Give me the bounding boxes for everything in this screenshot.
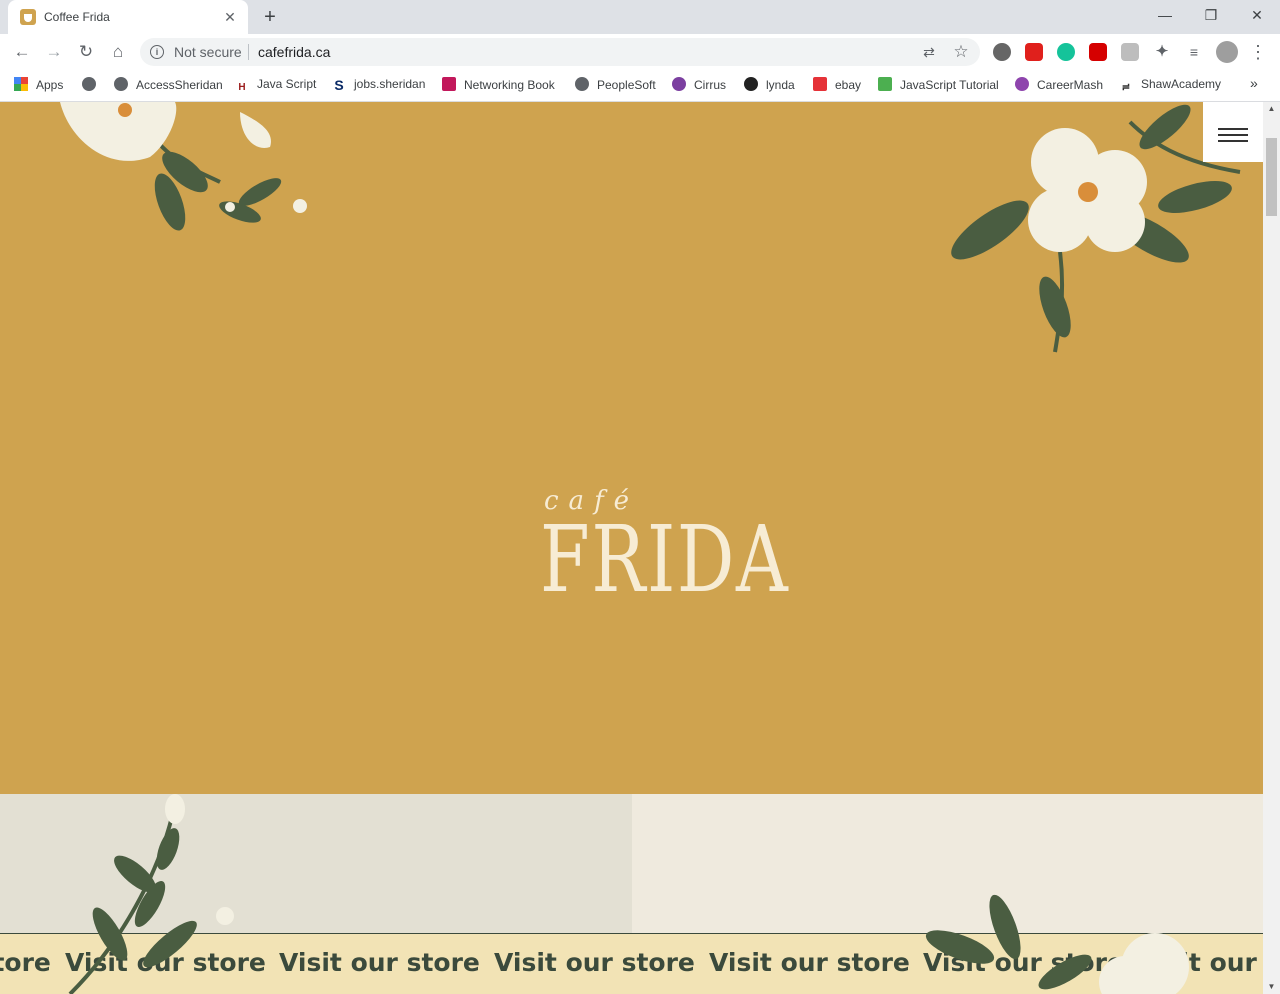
ebay-bag-icon [813,77,827,91]
menu-line [1218,128,1248,130]
bookmark-accesssheridan[interactable]: AccessSheridan [114,77,223,95]
bookmark-label: PeopleSoft [597,78,656,92]
bookmark-label: Cirrus [694,78,726,92]
tab-coffee-frida[interactable]: Coffee Frida ✕ [8,0,248,34]
lynda-icon [744,77,758,91]
hl-icon: H [238,82,246,93]
browser-toolbar: ← → ↻ ⌂ i Not secure cafefrida.ca ⇄ ☆ ✦ … [0,34,1280,70]
menu-line [1218,140,1248,142]
logo-wordmark: FRIDA [540,506,790,613]
s-icon: S [334,77,344,93]
kami-extension-icon[interactable] [1121,43,1139,61]
bookmark-label: Networking Book [464,78,555,92]
bookmark-careermash[interactable]: CareerMash [1015,77,1103,95]
bookmark-label: jobs.sheridan [354,77,426,91]
ticker-item[interactable]: Visit our store [494,948,695,977]
scroll-up-arrow-icon[interactable]: ▲ [1263,102,1280,116]
omnibox-divider [248,44,249,60]
bookmark-label: JavaScript Tutorial [900,78,999,92]
bookmark-label: ebay [835,78,862,92]
browser-menu-icon[interactable]: ⋮ [1244,38,1272,66]
cirrus-icon [672,77,686,91]
bookmark-cirrus[interactable]: Cirrus [672,77,726,95]
bookmark-label: Java Script [257,77,317,91]
scroll-down-arrow-icon[interactable]: ▼ [1263,980,1280,994]
security-status[interactable]: Not secure [174,44,242,60]
w3-icon [878,77,892,91]
translate-icon[interactable]: ⇄ [920,43,938,61]
url-text[interactable]: cafefrida.ca [258,44,330,60]
careermash-icon [1015,77,1029,91]
hamburger-menu-button[interactable] [1203,102,1263,162]
bookmark-ebay[interactable]: ebay [813,77,861,95]
globe-icon [114,77,128,91]
scrollbar-thumb[interactable] [1266,138,1277,216]
info-icon[interactable]: i [150,45,164,59]
bookmark-star-icon[interactable]: ☆ [952,43,970,61]
home-button[interactable]: ⌂ [104,38,132,66]
media-playlist-icon[interactable]: ≡ [1185,43,1203,61]
address-bar[interactable]: i Not secure cafefrida.ca ⇄ ☆ [140,38,980,66]
ticker-item[interactable]: Visit our store [279,948,480,977]
globe-icon [575,77,589,91]
bookmark-label: ShawAcademy [1141,77,1222,91]
tab-title: Coffee Frida [44,10,110,24]
bookmark-lynda[interactable]: lynda [744,77,795,95]
arrow-logo-icon [442,77,456,91]
floral-decoration-bottom-right [925,894,1189,994]
tab-close-icon[interactable]: ✕ [220,7,240,27]
extensions-puzzle-icon[interactable]: ✦ [1153,43,1171,61]
bookmark-shawacademy[interactable]: ≓ ShawAcademy [1119,77,1221,95]
grammarly-extension-icon[interactable] [1057,43,1075,61]
cafe-favicon-icon [20,9,36,25]
apps-grid-icon [14,77,28,91]
bookmark-label: CareerMash [1037,78,1104,92]
bookmark-networking-book[interactable]: Networking Book [442,77,555,95]
bookmark-globe[interactable] [82,77,104,95]
bookmark-peoplesoft[interactable]: PeopleSoft [575,77,656,95]
profile-avatar[interactable] [1216,41,1238,63]
minimize-button[interactable]: — [1142,0,1188,30]
vertical-scrollbar[interactable]: ▲ ▼ [1263,102,1280,994]
ticker-item[interactable]: Visit our store [709,948,910,977]
reload-button[interactable]: ↻ [72,38,100,66]
bookmark-apps[interactable]: Apps [14,77,63,95]
tab-strip: Coffee Frida ✕ + — ❐ ✕ [0,0,1280,34]
hero-section: café FRIDA [0,102,1263,794]
bookmark-label: Apps [36,78,64,92]
page-viewport: café FRIDA Visit our store Visit our sto… [0,102,1263,994]
menu-line [1218,134,1248,136]
pdf-extension-icon[interactable] [1089,43,1107,61]
bookmark-label: AccessSheridan [136,78,223,92]
bookmarks-overflow-button[interactable]: » [1250,75,1258,93]
bookmark-jobs-sheridan[interactable]: Sjobs.sheridan [332,77,425,95]
back-button[interactable]: ← [8,38,36,66]
bookmark-java-script[interactable]: H Java Script [235,77,316,95]
bookmark-javascript-tutorial[interactable]: JavaScript Tutorial [878,77,999,95]
globe-icon [82,77,96,91]
forward-button[interactable]: → [40,38,68,66]
bookmarks-bar: Apps AccessSheridan H Java Script Sjobs.s… [0,70,1280,102]
floral-branch-bottom-left [68,794,234,994]
film-reel-extension-icon[interactable] [993,43,1011,61]
new-tab-button[interactable]: + [258,6,282,28]
bookmark-label: lynda [766,78,795,92]
restore-button[interactable]: ❐ [1188,0,1234,30]
adblock-extension-icon[interactable] [1025,43,1043,61]
shaw-icon: ≓ [1121,82,1131,93]
window-close-button[interactable]: ✕ [1234,0,1280,30]
floral-decoration-top-left [60,102,307,231]
